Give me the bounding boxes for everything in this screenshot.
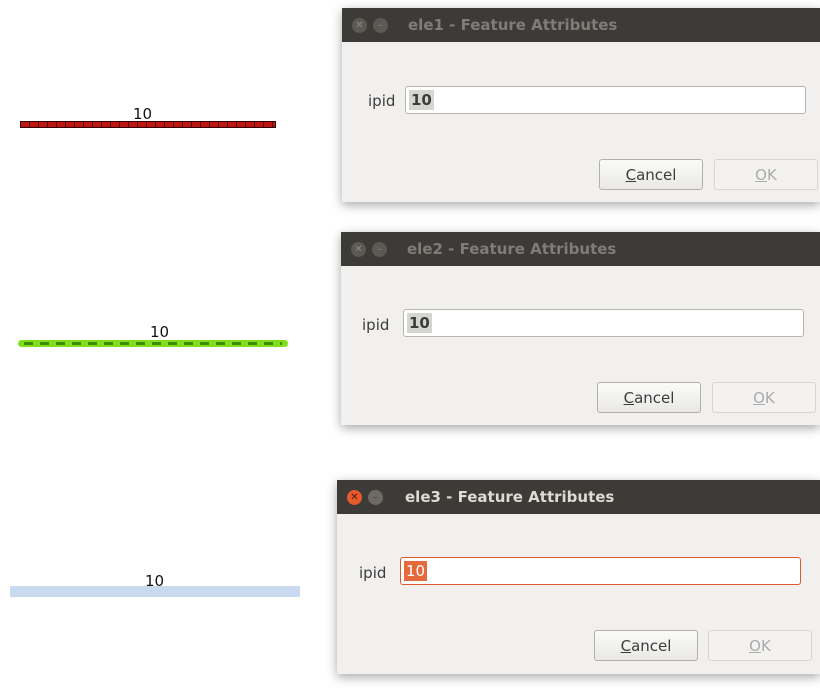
cancel-button[interactable]: Cancel: [594, 630, 698, 661]
map-canvas[interactable]: 10 10 10: [0, 0, 340, 696]
ok-button[interactable]: OK: [708, 630, 812, 661]
minimize-icon[interactable]: –: [373, 18, 388, 33]
cancel-mnemonic: C: [625, 165, 637, 184]
ok-label: K: [760, 636, 771, 655]
cancel-button[interactable]: Cancel: [597, 382, 701, 413]
ipid-input[interactable]: 10: [405, 86, 806, 114]
close-icon[interactable]: ✕: [352, 18, 367, 33]
cancel-button[interactable]: Cancel: [599, 159, 703, 190]
ok-mnemonic: O: [755, 165, 767, 184]
dialog-ele3: ✕ – ele3 - Feature Attributes ipid 10 Ca…: [337, 480, 820, 674]
dialog-title: ele3 - Feature Attributes: [405, 488, 615, 506]
ipid-input[interactable]: 10: [400, 557, 801, 585]
ok-button[interactable]: OK: [714, 159, 818, 190]
cancel-label: ancel: [634, 388, 675, 407]
cancel-mnemonic: C: [620, 636, 632, 655]
ok-mnemonic: O: [749, 636, 761, 655]
ok-button[interactable]: OK: [712, 382, 816, 413]
dialog-ele1: ✕ – ele1 - Feature Attributes ipid 10 Ca…: [342, 8, 820, 202]
cancel-mnemonic: C: [623, 388, 635, 407]
dialog-title: ele2 - Feature Attributes: [407, 240, 617, 258]
dialog-titlebar[interactable]: ✕ – ele3 - Feature Attributes: [337, 480, 820, 514]
ipid-label: ipid: [368, 92, 396, 110]
dialog-titlebar[interactable]: ✕ – ele1 - Feature Attributes: [342, 8, 820, 42]
close-icon[interactable]: ✕: [347, 490, 362, 505]
cancel-label: ancel: [631, 636, 672, 655]
cancel-label: ancel: [636, 165, 677, 184]
minimize-icon[interactable]: –: [368, 490, 383, 505]
feature-label-ele3: 10: [145, 572, 165, 590]
close-icon[interactable]: ✕: [351, 242, 366, 257]
dialog-titlebar[interactable]: ✕ – ele2 - Feature Attributes: [341, 232, 820, 266]
feature-label-ele1: 10: [133, 105, 153, 123]
ipid-label: ipid: [362, 316, 390, 334]
ok-mnemonic: O: [753, 388, 765, 407]
ok-label: K: [764, 388, 775, 407]
minimize-icon[interactable]: –: [372, 242, 387, 257]
ipid-label: ipid: [359, 564, 387, 582]
feature-label-ele2: 10: [150, 323, 170, 341]
dialog-title: ele1 - Feature Attributes: [408, 16, 618, 34]
ipid-value: 10: [404, 561, 428, 581]
feature-line-ele2[interactable]: [18, 340, 288, 347]
ok-label: K: [766, 165, 777, 184]
dialog-ele2: ✕ – ele2 - Feature Attributes ipid 10 Ca…: [341, 232, 820, 425]
ipid-value: 10: [409, 90, 434, 110]
ipid-value: 10: [407, 313, 432, 333]
ipid-input[interactable]: 10: [403, 309, 804, 337]
